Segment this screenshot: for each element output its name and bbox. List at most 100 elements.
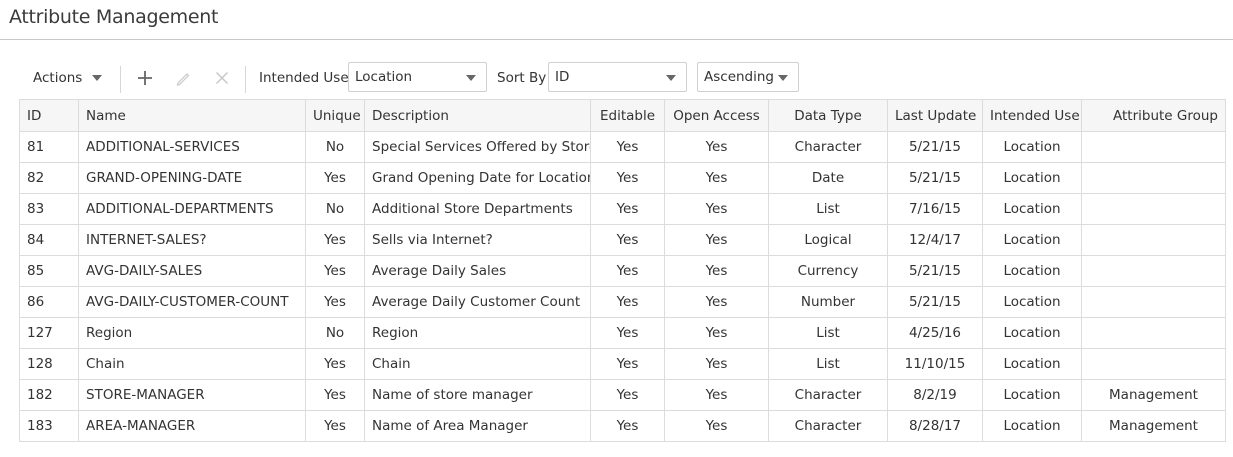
cell-intended-use: Location: [982, 224, 1082, 256]
cell-editable: Yes: [590, 379, 665, 411]
cell-intended-use: Location: [982, 348, 1082, 380]
sort-by-label: Sort By: [497, 70, 547, 86]
cell-id: 82: [19, 162, 79, 194]
cell-open-access: Yes: [664, 131, 769, 163]
cell-data-type: Character: [768, 379, 888, 411]
cell-open-access: Yes: [664, 379, 769, 411]
cell-attribute-group: Management: [1081, 379, 1226, 411]
table-row[interactable]: 83 ADDITIONAL-DEPARTMENTS No Additional Sto…: [19, 193, 1226, 225]
cell-description: Grand Opening Date for Location: [364, 162, 591, 194]
column-header-unique[interactable]: Unique: [305, 99, 365, 132]
toolbar-divider: [120, 66, 121, 93]
actions-label: Actions: [33, 70, 83, 86]
column-header-data-type[interactable]: Data Type: [768, 99, 888, 132]
cell-description: Additional Store Departments: [364, 193, 591, 225]
table-row[interactable]: 127 Region No Region Yes Yes List 4/25/16 Locati…: [19, 317, 1226, 349]
cell-name: GRAND-OPENING-DATE: [78, 162, 306, 194]
cell-id: 183: [19, 410, 79, 442]
cell-data-type: Date: [768, 162, 888, 194]
column-header-id[interactable]: ID: [19, 99, 79, 132]
cell-data-type: List: [768, 348, 888, 380]
cell-id: 128: [19, 348, 79, 380]
column-header-intended-use[interactable]: Intended Use: [982, 99, 1082, 132]
cell-id: 81: [19, 131, 79, 163]
table-row[interactable]: 183 AREA-MANAGER Yes Name of Area Manager Ye…: [19, 410, 1226, 442]
actions-menu[interactable]: Actions: [33, 60, 103, 96]
intended-use-select[interactable]: Location: [348, 62, 487, 92]
cell-description: Average Daily Customer Count: [364, 286, 591, 318]
cell-intended-use: Location: [982, 162, 1082, 194]
column-header-open-access[interactable]: Open Access: [664, 99, 769, 132]
cell-id: 182: [19, 379, 79, 411]
cell-id: 127: [19, 317, 79, 349]
column-header-editable[interactable]: Editable: [590, 99, 665, 132]
cell-data-type: Currency: [768, 255, 888, 287]
edit-icon: [176, 73, 190, 86]
column-header-last-update[interactable]: Last Update: [887, 99, 983, 132]
cell-description: Special Services Offered by Store: [364, 131, 591, 163]
table-row[interactable]: 81 ADDITIONAL-SERVICES No Special Services …: [19, 131, 1226, 163]
cell-unique: No: [305, 131, 365, 163]
cell-attribute-group: [1081, 317, 1226, 349]
cell-data-type: Character: [768, 410, 888, 442]
delete-icon: [215, 71, 229, 85]
table-row[interactable]: 86 AVG-DAILY-CUSTOMER-COUNT Yes Average Dai…: [19, 286, 1226, 318]
column-header-description[interactable]: Description: [364, 99, 591, 132]
cell-editable: Yes: [590, 317, 665, 349]
cell-attribute-group: [1081, 255, 1226, 287]
cell-open-access: Yes: [664, 286, 769, 318]
cell-editable: Yes: [590, 131, 665, 163]
cell-data-type: Character: [768, 131, 888, 163]
cell-intended-use: Location: [982, 193, 1082, 225]
table-body: 81 ADDITIONAL-SERVICES No Special Services …: [19, 131, 1226, 442]
cell-last-update: 12/4/17: [887, 224, 983, 256]
cell-id: 86: [19, 286, 79, 318]
sort-by-select[interactable]: ID: [548, 62, 687, 92]
cell-editable: Yes: [590, 193, 665, 225]
cell-id: 84: [19, 224, 79, 256]
table-row[interactable]: 82 GRAND-OPENING-DATE Yes Grand Opening Dat…: [19, 162, 1226, 194]
edit-button[interactable]: [171, 66, 195, 90]
cell-open-access: Yes: [664, 162, 769, 194]
cell-editable: Yes: [590, 224, 665, 256]
cell-open-access: Yes: [664, 255, 769, 287]
cell-unique: Yes: [305, 348, 365, 380]
cell-last-update: 5/21/15: [887, 255, 983, 287]
chevron-down-icon: [778, 75, 788, 81]
column-header-attribute-group[interactable]: Attribute Group: [1081, 99, 1226, 132]
page-title: Attribute Management: [9, 6, 219, 28]
cell-unique: No: [305, 317, 365, 349]
cell-last-update: 4/25/16: [887, 317, 983, 349]
cell-open-access: Yes: [664, 348, 769, 380]
cell-attribute-group: [1081, 131, 1226, 163]
cell-description: Average Daily Sales: [364, 255, 591, 287]
sort-order-select[interactable]: Ascending: [697, 62, 799, 92]
chevron-down-icon: [466, 75, 476, 81]
cell-unique: Yes: [305, 255, 365, 287]
intended-use-value: Location: [355, 69, 413, 85]
table-row[interactable]: 128 Chain Yes Chain Yes Yes List 11/10/15 Locati…: [19, 348, 1226, 380]
delete-button[interactable]: [210, 66, 234, 90]
cell-open-access: Yes: [664, 410, 769, 442]
add-button[interactable]: [133, 66, 157, 90]
chevron-down-icon: [92, 75, 103, 81]
cell-last-update: 8/2/19: [887, 379, 983, 411]
table-header-row: ID Name Unique Description Editable Open…: [19, 99, 1226, 132]
cell-name: AREA-MANAGER: [78, 410, 306, 442]
table-row[interactable]: 84 INTERNET-SALES? Yes Sells via Internet? Y…: [19, 224, 1226, 256]
cell-attribute-group: Management: [1081, 410, 1226, 442]
cell-attribute-group: [1081, 162, 1226, 194]
cell-intended-use: Location: [982, 286, 1082, 318]
cell-description: Chain: [364, 348, 591, 380]
cell-last-update: 5/21/15: [887, 162, 983, 194]
table-row[interactable]: 182 STORE-MANAGER Yes Name of store manager…: [19, 379, 1226, 411]
cell-name: ADDITIONAL-DEPARTMENTS: [78, 193, 306, 225]
cell-intended-use: Location: [982, 317, 1082, 349]
cell-unique: Yes: [305, 162, 365, 194]
cell-unique: Yes: [305, 224, 365, 256]
column-header-name[interactable]: Name: [78, 99, 306, 132]
cell-id: 85: [19, 255, 79, 287]
table-row[interactable]: 85 AVG-DAILY-SALES Yes Average Daily Sales Y…: [19, 255, 1226, 287]
cell-name: Region: [78, 317, 306, 349]
cell-name: ADDITIONAL-SERVICES: [78, 131, 306, 163]
